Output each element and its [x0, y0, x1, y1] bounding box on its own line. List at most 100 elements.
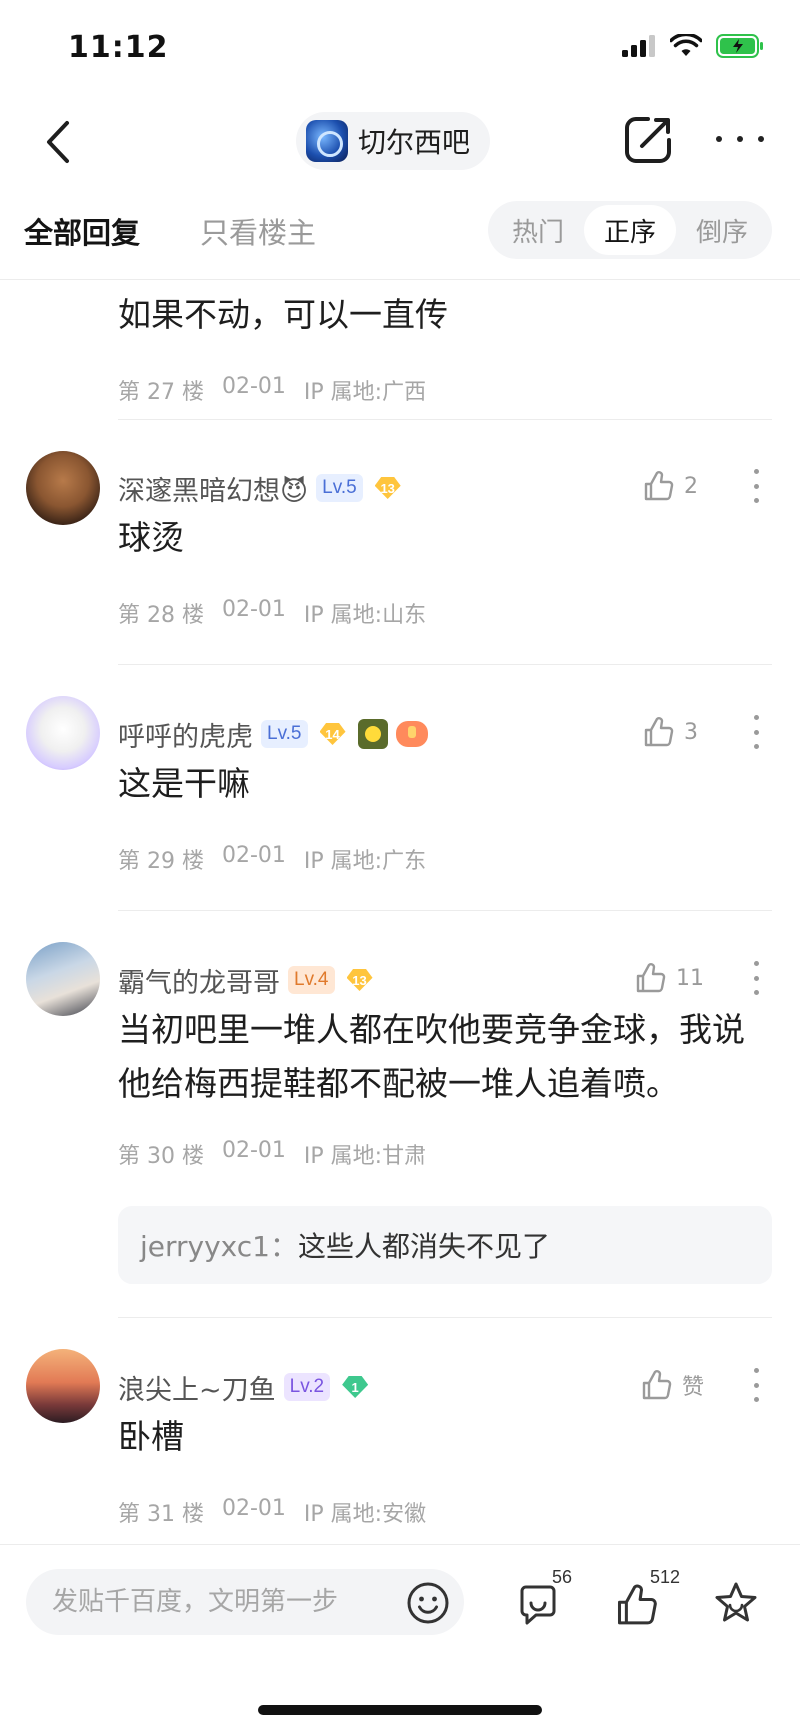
- like-button[interactable]: 2: [642, 470, 704, 502]
- level-badge: Lv.2: [283, 1373, 331, 1401]
- level-badge: Lv.5: [261, 720, 308, 748]
- user-row: 深邃黑暗幻想😈 Lv.5 13: [118, 466, 405, 510]
- favorite-button[interactable]: [712, 1577, 772, 1629]
- reply-text-line-2: 他给梅西提鞋都不配被一堆人追着喷。: [118, 1064, 679, 1103]
- thumb-up-icon: [642, 1370, 672, 1400]
- tab-all-replies[interactable]: 全部回复: [24, 210, 140, 252]
- username[interactable]: 深邃黑暗幻想😈: [118, 469, 308, 508]
- status-bar: 11:12: [0, 0, 800, 100]
- forum-avatar: [306, 120, 348, 162]
- star-icon: [715, 1582, 757, 1622]
- user-row: 呼呼的虎虎 Lv.5 14: [118, 712, 428, 756]
- reply-date: 02-01: [221, 374, 286, 399]
- diamond-badge-icon: 14: [316, 721, 350, 747]
- level-badge: Lv.5: [316, 474, 363, 502]
- like-count: 11: [676, 965, 704, 991]
- reply-meta: 第 30 楼 02-01 IP 属地:甘肃: [118, 1138, 426, 1170]
- signal-icon: [622, 35, 655, 57]
- floor-number: 第 27 楼: [118, 380, 204, 405]
- more-vertical-icon[interactable]: [748, 469, 764, 503]
- avatar[interactable]: [26, 1349, 100, 1423]
- sort-toggle: 热门 正序 倒序: [488, 201, 772, 259]
- battery-icon: [716, 34, 763, 58]
- reply-meta: 第 28 楼 02-01 IP 属地:山东: [118, 597, 426, 629]
- divider: [118, 664, 772, 665]
- avatar[interactable]: [26, 696, 100, 770]
- reply-meta: 第 29 楼 02-01 IP 属地:广东: [118, 843, 426, 875]
- forum-pill[interactable]: 切尔西吧: [296, 112, 491, 170]
- sub-reply-text: 这些人都消失不见了: [297, 1230, 550, 1263]
- floor-number: 第 31 楼: [118, 1502, 204, 1527]
- tab-owner-only[interactable]: 只看楼主: [200, 210, 316, 252]
- ip-location: IP 属地:山东: [303, 603, 427, 628]
- ip-location: IP 属地:安徽: [303, 1502, 427, 1527]
- reply-text: 如果不动，可以一直传: [118, 295, 448, 334]
- like-button[interactable]: 11: [634, 962, 704, 994]
- share-button[interactable]: [622, 114, 674, 166]
- smile-icon: [407, 1582, 449, 1624]
- more-vertical-icon[interactable]: [748, 715, 764, 749]
- divider: [118, 1317, 772, 1318]
- like-count: 赞: [681, 1375, 704, 1400]
- more-horizontal-icon[interactable]: [716, 124, 764, 154]
- divider: [118, 419, 772, 420]
- sub-reply-box[interactable]: jerryyxc1： 这些人都消失不见了: [118, 1206, 772, 1284]
- filter-row: 全部回复 只看楼主 热门 正序 倒序: [0, 198, 800, 262]
- diamond-badge-icon: 13: [371, 475, 405, 501]
- more-vertical-icon[interactable]: [748, 1368, 764, 1402]
- comment-button[interactable]: 56: [516, 1567, 576, 1629]
- share-edit-icon: [625, 117, 671, 163]
- sub-reply-user[interactable]: jerryyxc1：: [140, 1225, 298, 1265]
- ip-location: IP 属地:广西: [303, 380, 427, 405]
- user-row: 浪尖上~刀鱼 Lv.2 1: [118, 1365, 372, 1409]
- thumb-up-icon: [617, 1584, 657, 1625]
- username[interactable]: 霸气的龙哥哥: [118, 961, 280, 1000]
- comment-icon: [520, 1585, 556, 1625]
- username[interactable]: 浪尖上~刀鱼: [118, 1368, 276, 1407]
- reply-text: 卧槽: [118, 1417, 184, 1456]
- avatar[interactable]: [26, 451, 100, 525]
- status-time: 11:12: [68, 30, 169, 65]
- thumb-up-icon: [644, 471, 674, 501]
- like-count: 3: [684, 719, 698, 745]
- forum-name: 切尔西吧: [358, 126, 471, 159]
- back-button[interactable]: [36, 114, 80, 170]
- reply-text: 这是干嘛: [118, 764, 250, 803]
- bottom-bar: 56 512: [0, 1545, 800, 1731]
- like-button[interactable]: 赞: [640, 1369, 704, 1401]
- reply-input[interactable]: [26, 1569, 464, 1635]
- thumb-up-icon: [636, 963, 666, 993]
- comment-count: 56: [552, 1567, 573, 1587]
- thumb-up-button[interactable]: 512: [614, 1567, 680, 1629]
- like-button[interactable]: 3: [642, 716, 704, 748]
- status-icons: [622, 34, 764, 58]
- user-row: 霸气的龙哥哥 Lv.4 13: [118, 958, 377, 1002]
- diamond-badge-icon: 13: [343, 967, 377, 993]
- game-badge-icon: [395, 721, 428, 747]
- sort-hot[interactable]: 热门: [492, 205, 584, 255]
- diamond-badge-icon: 1: [338, 1374, 372, 1400]
- avatar[interactable]: [26, 942, 100, 1016]
- reply-date: 02-01: [221, 1138, 286, 1163]
- reply-date: 02-01: [221, 597, 286, 622]
- home-indicator: [258, 1705, 542, 1715]
- ip-location: IP 属地:甘肃: [303, 1144, 427, 1169]
- reply-meta: 第 27 楼 02-01 IP 属地:广西: [118, 374, 426, 406]
- floor-number: 第 28 楼: [118, 603, 204, 628]
- reply-list: 如果不动，可以一直传 第 27 楼 02-01 IP 属地:广西 深邃黑暗幻想😈…: [0, 280, 800, 1544]
- floor-number: 第 30 楼: [118, 1144, 204, 1169]
- wifi-icon: [670, 34, 702, 56]
- reply-text: 球烫: [118, 518, 184, 557]
- level-badge: Lv.4: [288, 966, 335, 994]
- username[interactable]: 呼呼的虎虎: [118, 715, 253, 754]
- nav-bar: 切尔西吧: [0, 100, 800, 184]
- sort-ascending[interactable]: 正序: [584, 205, 676, 255]
- like-count: 2: [684, 473, 698, 499]
- emoji-button[interactable]: [406, 1581, 450, 1625]
- reply-date: 02-01: [221, 1496, 286, 1521]
- reply-date: 02-01: [221, 843, 286, 868]
- sort-descending[interactable]: 倒序: [676, 205, 768, 255]
- more-vertical-icon[interactable]: [748, 961, 764, 995]
- floor-number: 第 29 楼: [118, 849, 204, 874]
- chevron-left-icon: [47, 121, 69, 163]
